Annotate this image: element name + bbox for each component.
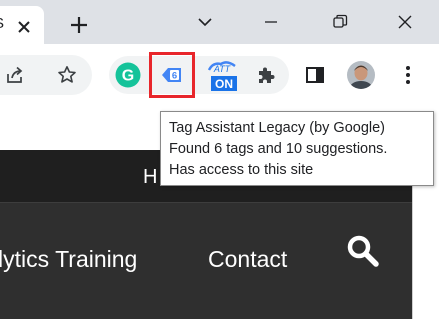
on-badge-extension-button[interactable]: ATT ON (205, 56, 241, 96)
grammarly-icon: G (115, 62, 141, 88)
restore-icon (333, 14, 348, 28)
nav-item-contact[interactable]: Contact (208, 246, 287, 273)
browser-toolbar: G 6 ATT ON (0, 44, 439, 110)
search-icon (347, 235, 379, 267)
close-icon (18, 21, 30, 33)
more-vert-icon (406, 66, 410, 84)
avatar (347, 61, 375, 89)
new-tab-button[interactable] (65, 11, 93, 39)
close-window-button[interactable] (390, 8, 420, 36)
active-tab[interactable]: S (0, 6, 44, 44)
star-icon (58, 66, 76, 83)
tab-search-button[interactable] (190, 8, 220, 36)
share-icon (7, 66, 23, 83)
restore-button[interactable] (325, 8, 355, 36)
tab-close-button[interactable] (13, 16, 35, 38)
tab-title: S (0, 15, 4, 32)
side-panel-button[interactable] (302, 62, 328, 88)
tooltip-status: Found 6 tags and 10 suggestions. (169, 141, 388, 157)
on-badge-extension-icon: ATT ON (207, 61, 237, 91)
puzzle-icon (259, 67, 275, 83)
grammarly-extension-button[interactable]: G (114, 61, 142, 89)
tab-strip: S (0, 0, 439, 44)
svg-text:ATT: ATT (213, 64, 232, 74)
svg-text:G: G (122, 68, 134, 85)
divider (0, 202, 412, 203)
tooltip-title: Tag Assistant Legacy (by Google) (169, 120, 386, 136)
highlight-box (149, 52, 195, 98)
nav-item-analytics-training[interactable]: lytics Training (0, 246, 137, 273)
close-icon (398, 15, 412, 29)
extension-tooltip: Tag Assistant Legacy (by Google) Found 6… (160, 111, 434, 186)
bookmark-button[interactable] (56, 64, 78, 86)
menu-button[interactable] (396, 63, 420, 87)
plus-icon (71, 17, 87, 33)
minimize-icon (265, 21, 277, 23)
profile-button[interactable] (345, 59, 377, 91)
chevron-down-icon (198, 18, 212, 27)
extensions-menu-button[interactable] (253, 62, 279, 88)
omnibox[interactable] (0, 55, 92, 95)
share-button[interactable] (4, 64, 26, 86)
minimize-button[interactable] (256, 8, 286, 36)
tooltip-access: Has access to this site (169, 162, 314, 178)
svg-text:ON: ON (215, 77, 233, 91)
side-panel-icon (306, 67, 324, 83)
site-search-button[interactable] (345, 233, 381, 269)
